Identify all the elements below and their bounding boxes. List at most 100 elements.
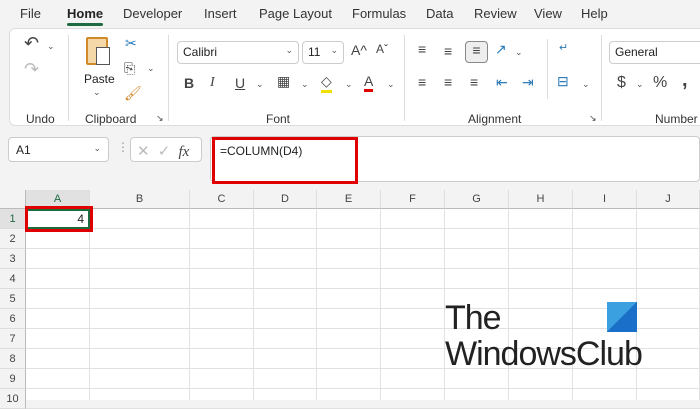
group-label-number: Number: [655, 112, 698, 126]
tab-review[interactable]: Review: [474, 6, 517, 21]
gridline: [189, 209, 190, 400]
wrap-text-icon[interactable]: ↵: [559, 41, 568, 54]
gridline: [26, 268, 700, 269]
italic-button[interactable]: I: [210, 75, 215, 91]
select-all-button[interactable]: [0, 190, 26, 209]
copy-dropdown[interactable]: ⌄: [147, 63, 155, 74]
gridline: [26, 228, 700, 229]
number-format-select[interactable]: General: [609, 41, 700, 64]
decrease-font-size-button[interactable]: Aˇ: [376, 42, 388, 56]
font-size-select[interactable]: 11 ⌄: [302, 41, 344, 64]
column-header-I[interactable]: I: [573, 190, 637, 209]
highlight-box-formula: [212, 137, 358, 184]
tab-view[interactable]: View: [534, 6, 562, 21]
row-header-9[interactable]: 9: [0, 369, 26, 389]
cut-icon[interactable]: ✂: [125, 35, 137, 52]
group-label-undo: Undo: [26, 112, 55, 126]
formula-actions: ✕ ✓ fx: [130, 137, 202, 162]
align-top-icon[interactable]: ≡: [418, 41, 426, 57]
fill-color-dropdown[interactable]: ⌄: [345, 79, 353, 90]
tab-formulas[interactable]: Formulas: [352, 6, 406, 21]
windows-logo-icon: [607, 302, 637, 332]
group-label-clipboard: Clipboard: [85, 112, 137, 126]
redo-icon[interactable]: ↷: [24, 59, 39, 80]
row-header-6[interactable]: 6: [0, 309, 26, 329]
font-color-dropdown[interactable]: ⌄: [387, 79, 395, 90]
tab-file[interactable]: File: [20, 6, 41, 21]
gridline: [380, 209, 381, 400]
column-header-F[interactable]: F: [381, 190, 445, 209]
orientation-icon[interactable]: ↗: [495, 41, 507, 58]
row-header-4[interactable]: 4: [0, 269, 26, 289]
borders-dropdown[interactable]: ⌄: [301, 79, 309, 90]
align-bottom-icon[interactable]: ≡: [465, 41, 488, 63]
tab-home[interactable]: Home: [67, 6, 104, 26]
row-header-5[interactable]: 5: [0, 289, 26, 309]
gridline: [253, 209, 254, 400]
column-header-D[interactable]: D: [254, 190, 317, 209]
tab-help[interactable]: Help: [581, 6, 608, 21]
tab-insert[interactable]: Insert: [204, 6, 237, 21]
column-header-B[interactable]: B: [90, 190, 190, 209]
column-header-J[interactable]: J: [637, 190, 700, 209]
underline-button[interactable]: U: [235, 75, 245, 91]
column-header-E[interactable]: E: [317, 190, 381, 209]
row-header-2[interactable]: 2: [0, 229, 26, 249]
group-label-alignment: Alignment: [468, 112, 522, 126]
gridline: [26, 248, 700, 249]
row-header-1[interactable]: 1: [0, 209, 26, 229]
enter-icon[interactable]: ✓: [158, 143, 171, 160]
paste-dropdown[interactable]: ⌄: [93, 87, 101, 98]
align-right-icon[interactable]: ≡: [470, 74, 478, 90]
cancel-icon[interactable]: ✕: [137, 143, 150, 160]
insert-function-button[interactable]: fx: [179, 144, 190, 160]
format-painter-icon[interactable]: 🖌: [124, 85, 142, 102]
row-header-7[interactable]: 7: [0, 329, 26, 349]
fill-color-icon[interactable]: ◇: [321, 73, 332, 93]
dialog-launcher-icon[interactable]: ↘: [589, 113, 597, 124]
name-box[interactable]: A1 ⌄: [8, 137, 109, 162]
gridline: [26, 388, 700, 389]
group-label-font: Font: [266, 112, 291, 126]
align-left-icon[interactable]: ≡: [418, 74, 426, 90]
increase-indent-icon[interactable]: ⇥: [522, 74, 534, 91]
row-header-10[interactable]: 10: [0, 389, 26, 409]
currency-button[interactable]: $: [617, 74, 626, 92]
font-color-button[interactable]: A: [364, 73, 374, 92]
column-header-C[interactable]: C: [190, 190, 254, 209]
percent-button[interactable]: %: [653, 74, 667, 92]
undo-icon[interactable]: ↶: [24, 33, 39, 54]
align-center-icon[interactable]: ≡: [444, 74, 452, 90]
align-middle-icon[interactable]: ≡: [444, 43, 452, 59]
gridline: [89, 209, 90, 400]
orientation-dropdown[interactable]: ⌄: [515, 47, 523, 58]
decrease-indent-icon[interactable]: ⇤: [496, 74, 508, 91]
tab-page-layout[interactable]: Page Layout: [259, 6, 332, 21]
watermark-logo: The WindowsClub: [445, 299, 643, 373]
tab-developer[interactable]: Developer: [123, 6, 182, 21]
row-header-3[interactable]: 3: [0, 249, 26, 269]
tab-data[interactable]: Data: [426, 6, 453, 21]
increase-font-size-button[interactable]: A^: [351, 42, 367, 58]
merge-center-icon[interactable]: ⊟: [557, 73, 569, 90]
currency-dropdown[interactable]: ⌄: [636, 79, 644, 90]
ribbon: ↶ ⌄ ↷ Undo Paste ⌄ ✂ ⎘ ⌄ 🖌 Clipboard ↘ C…: [9, 28, 700, 126]
highlight-box-cell: [25, 206, 93, 232]
column-header-G[interactable]: G: [445, 190, 509, 209]
row-header-8[interactable]: 8: [0, 349, 26, 369]
dialog-launcher-icon[interactable]: ↘: [156, 113, 164, 124]
gridline: [316, 209, 317, 400]
copy-icon[interactable]: ⎘: [124, 60, 135, 77]
gridline: [26, 288, 700, 289]
paste-icon[interactable]: [86, 37, 110, 65]
font-name-select[interactable]: Calibri ⌄: [177, 41, 299, 64]
undo-dropdown[interactable]: ⌄: [47, 41, 55, 52]
paste-button[interactable]: Paste: [84, 72, 115, 86]
borders-icon[interactable]: ▦: [277, 73, 290, 90]
underline-dropdown[interactable]: ⌄: [256, 79, 264, 90]
more-icon: ⋮: [117, 140, 129, 154]
column-header-H[interactable]: H: [509, 190, 573, 209]
comma-button[interactable]: ,: [682, 69, 688, 92]
merge-dropdown[interactable]: ⌄: [582, 79, 590, 90]
bold-button[interactable]: B: [184, 75, 194, 91]
